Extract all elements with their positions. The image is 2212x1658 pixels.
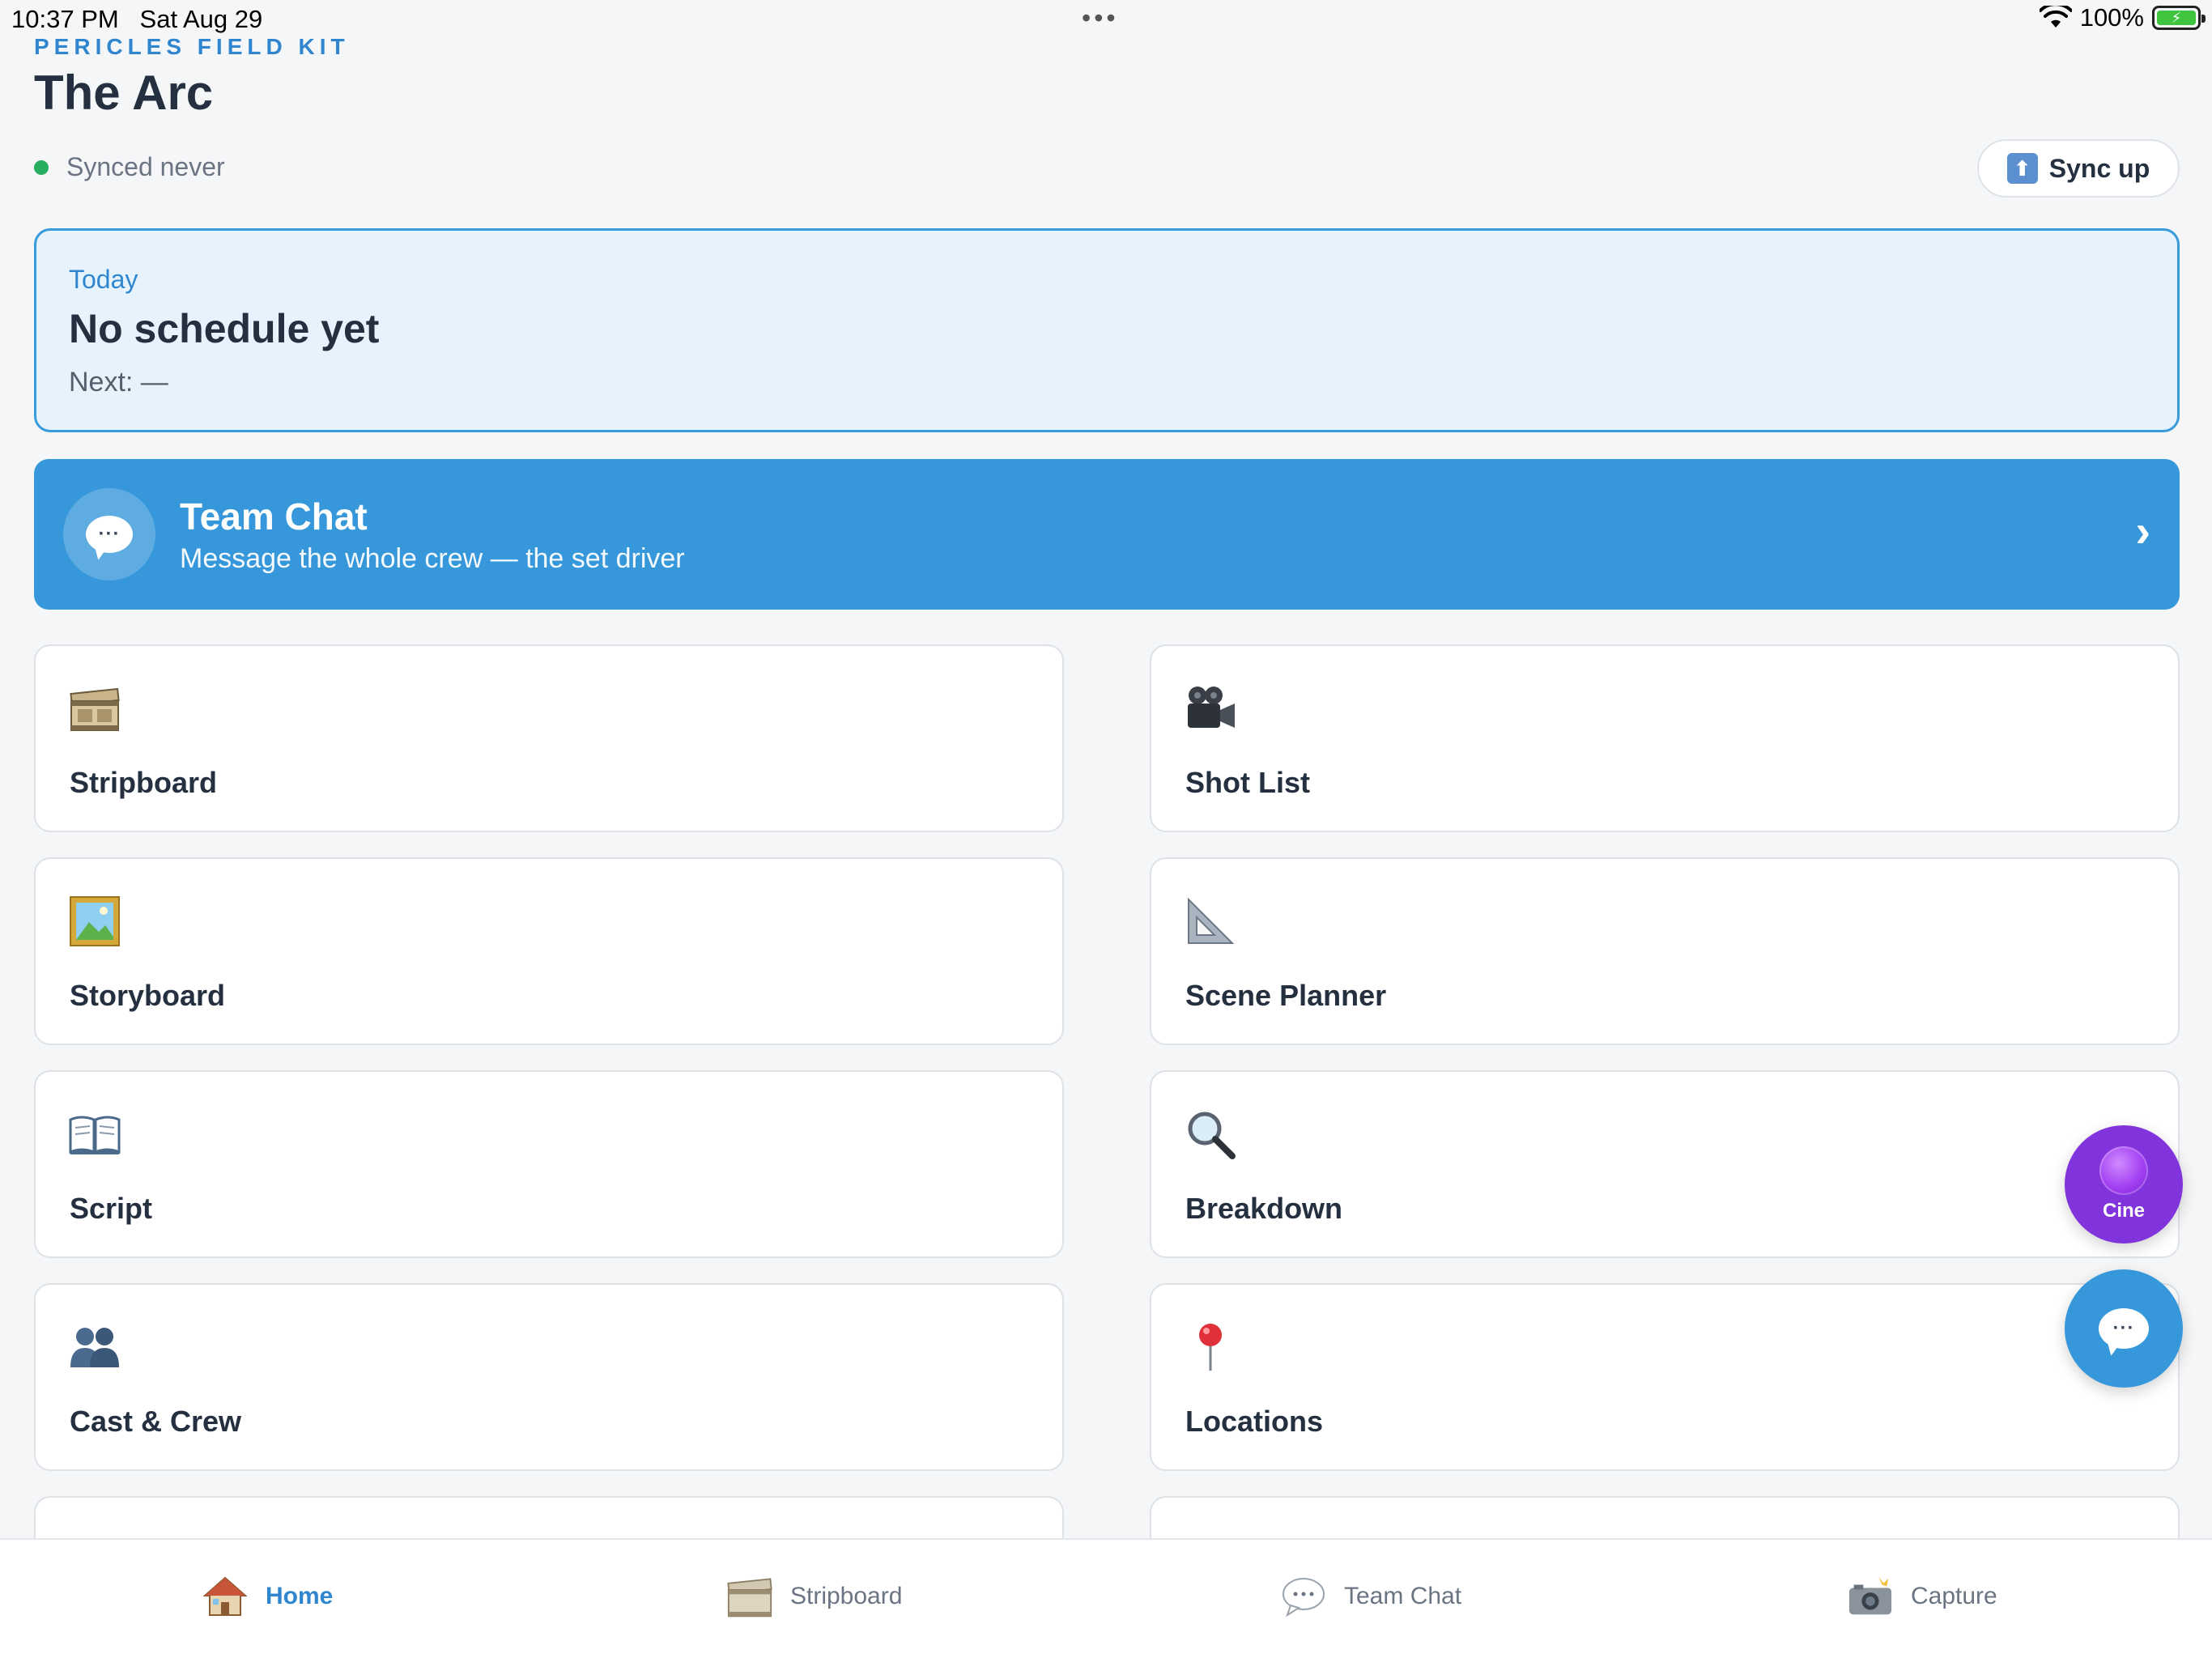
sync-status-dot bbox=[34, 159, 49, 175]
movie-camera-icon bbox=[1184, 682, 1237, 735]
team-chat-title: Team Chat bbox=[180, 495, 368, 538]
people-icon bbox=[68, 1320, 121, 1374]
tool-card-script[interactable]: Script bbox=[34, 1070, 1064, 1258]
today-title: No schedule yet bbox=[69, 306, 380, 351]
status-time: 10:37 PM Sat Aug 29 bbox=[11, 5, 262, 34]
date-text: Sat Aug 29 bbox=[139, 5, 263, 33]
tool-label: Scene Planner bbox=[1185, 979, 1387, 1012]
battery-charging-icon: ⚡ bbox=[2157, 10, 2196, 26]
battery-percent: 100% bbox=[2079, 3, 2144, 32]
speech-bubble-icon: ··· bbox=[63, 488, 155, 580]
app-name-label: PERICLES FIELD KIT bbox=[34, 34, 350, 59]
battery-icon: ⚡ bbox=[2152, 6, 2206, 30]
today-next: Next: — bbox=[69, 367, 168, 397]
tool-label: Shot List bbox=[1185, 766, 1310, 799]
chevron-right-icon: › bbox=[2135, 505, 2150, 556]
team-chat-banner[interactable]: ··· Team Chat Message the whole crew — t… bbox=[34, 459, 2180, 610]
speech-bubble-icon: ··· bbox=[2099, 1308, 2149, 1349]
sync-up-label: Sync up bbox=[2048, 153, 2150, 183]
tool-card-cast-crew[interactable]: Cast & Crew bbox=[34, 1283, 1064, 1471]
tab-label: Home bbox=[266, 1583, 334, 1609]
tool-card-shot-list[interactable]: Shot List bbox=[1150, 644, 2180, 832]
tab-capture[interactable]: Capture bbox=[1848, 1574, 1997, 1619]
status-indicators: 100% ⚡ bbox=[2039, 3, 2206, 32]
cine-label: Cine bbox=[2102, 1200, 2145, 1222]
tool-label: Locations bbox=[1185, 1405, 1324, 1438]
sync-up-button[interactable]: ⬆ Sync up bbox=[1977, 139, 2180, 198]
chat-fab-button[interactable]: ··· bbox=[2065, 1269, 2183, 1388]
tool-label: Breakdown bbox=[1185, 1192, 1343, 1225]
tool-card-scene-planner[interactable]: Scene Planner bbox=[1150, 857, 2180, 1045]
up-arrow-icon: ⬆ bbox=[2006, 153, 2038, 184]
clock-text: 10:37 PM bbox=[11, 5, 119, 33]
tab-label: Stripboard bbox=[790, 1583, 903, 1609]
open-book-icon bbox=[68, 1107, 121, 1161]
today-label: Today bbox=[69, 265, 138, 294]
film-strip-icon bbox=[727, 1574, 772, 1619]
tool-label: Cast & Crew bbox=[70, 1405, 242, 1438]
sync-status-text: Synced never bbox=[66, 152, 225, 181]
tool-label: Script bbox=[70, 1192, 153, 1225]
purple-orb-icon bbox=[2099, 1146, 2148, 1195]
tab-label: Team Chat bbox=[1344, 1583, 1462, 1609]
app-screen: 10:37 PM Sat Aug 29 ••• 100% ⚡ PERICLES … bbox=[0, 0, 2212, 1658]
today-schedule-card[interactable]: Today No schedule yet Next: — bbox=[34, 228, 2180, 432]
camera-flash-icon bbox=[1848, 1574, 1893, 1619]
tool-label: Storyboard bbox=[70, 979, 226, 1012]
multitasking-dots[interactable]: ••• bbox=[1082, 3, 1119, 33]
tab-stripboard[interactable]: Stripboard bbox=[727, 1574, 902, 1619]
framed-picture-icon bbox=[68, 895, 121, 948]
sync-status: Synced never bbox=[34, 152, 225, 182]
speech-bubble-icon bbox=[1281, 1574, 1326, 1619]
house-icon bbox=[202, 1574, 248, 1619]
tab-label: Capture bbox=[1911, 1583, 1997, 1609]
tab-bar: Home Stripboard Team Chat Capture bbox=[0, 1538, 2212, 1658]
triangular-ruler-icon bbox=[1184, 895, 1237, 948]
pushpin-icon bbox=[1184, 1320, 1237, 1374]
tool-card-stripboard[interactable]: Stripboard bbox=[34, 644, 1064, 832]
team-chat-subtitle: Message the whole crew — the set driver bbox=[180, 543, 685, 574]
wifi-icon bbox=[2039, 6, 2072, 28]
tool-card-breakdown[interactable]: Breakdown bbox=[1150, 1070, 2180, 1258]
tool-card-locations[interactable]: Locations bbox=[1150, 1283, 2180, 1471]
film-strip-icon bbox=[68, 682, 121, 735]
cine-assistant-button[interactable]: Cine bbox=[2065, 1125, 2183, 1244]
project-title: The Arc bbox=[34, 66, 214, 120]
tool-label: Stripboard bbox=[70, 766, 218, 799]
magnifying-glass-icon bbox=[1184, 1107, 1237, 1161]
tool-card-storyboard[interactable]: Storyboard bbox=[34, 857, 1064, 1045]
tab-home[interactable]: Home bbox=[202, 1574, 333, 1619]
tab-team-chat[interactable]: Team Chat bbox=[1281, 1574, 1461, 1619]
